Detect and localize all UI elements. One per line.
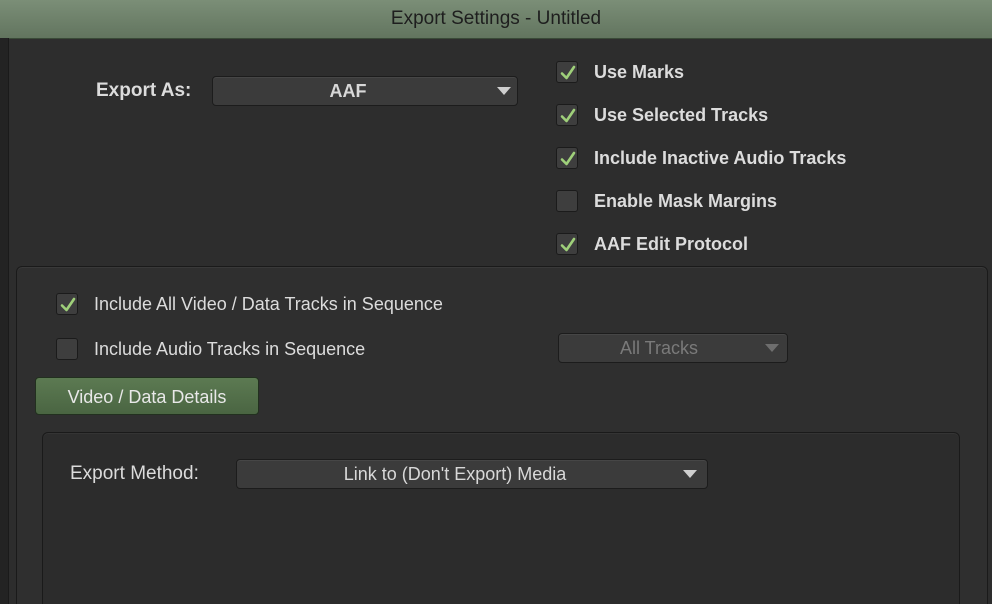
use-marks-label: Use Marks <box>594 62 685 82</box>
checkmark-icon <box>560 108 576 123</box>
export-method-dropdown[interactable]: Link to (Don't Export) Media <box>236 459 708 489</box>
checkmark-icon <box>560 151 576 166</box>
include-inactive-audio-label: Include Inactive Audio Tracks <box>594 148 847 168</box>
export-as-dropdown[interactable]: AAF <box>212 76 518 106</box>
export-settings-window: Export Settings - Untitled Export As: AA… <box>0 0 992 604</box>
aaf-edit-protocol-checkbox[interactable] <box>556 233 578 255</box>
checkmark-icon <box>560 65 576 80</box>
export-as-label: Export As: <box>96 80 192 101</box>
include-video-tracks-checkbox[interactable] <box>56 293 78 315</box>
export-method-value: Link to (Don't Export) Media <box>343 464 567 484</box>
include-inactive-audio-checkbox[interactable] <box>556 147 578 169</box>
left-edge-divider <box>0 38 9 604</box>
chevron-down-icon <box>683 470 697 478</box>
aaf-edit-protocol-label: AAF Edit Protocol <box>594 234 748 254</box>
checkmark-icon <box>60 297 76 312</box>
chevron-down-icon <box>765 344 779 352</box>
use-selected-tracks-checkbox[interactable] <box>556 104 578 126</box>
chevron-down-icon <box>497 87 511 95</box>
use-selected-tracks-label: Use Selected Tracks <box>594 105 769 125</box>
audio-tracks-value: All Tracks <box>619 338 698 358</box>
video-data-details-panel <box>42 432 960 604</box>
checkmark-icon <box>560 237 576 252</box>
include-video-tracks-label: Include All Video / Data Tracks in Seque… <box>94 294 443 314</box>
audio-tracks-dropdown[interactable]: All Tracks <box>558 333 788 363</box>
title-bar[interactable]: Export Settings - Untitled <box>0 0 992 39</box>
include-audio-tracks-label: Include Audio Tracks in Sequence <box>94 339 366 359</box>
enable-mask-margins-label: Enable Mask Margins <box>594 191 778 211</box>
video-data-details-button[interactable]: Video / Data Details <box>35 377 259 415</box>
include-audio-tracks-checkbox[interactable] <box>56 338 78 360</box>
window-title: Export Settings - Untitled <box>390 8 602 29</box>
export-as-value: AAF <box>329 81 367 101</box>
use-marks-checkbox[interactable] <box>556 61 578 83</box>
export-method-label: Export Method: <box>70 463 199 484</box>
enable-mask-margins-checkbox[interactable] <box>556 190 578 212</box>
